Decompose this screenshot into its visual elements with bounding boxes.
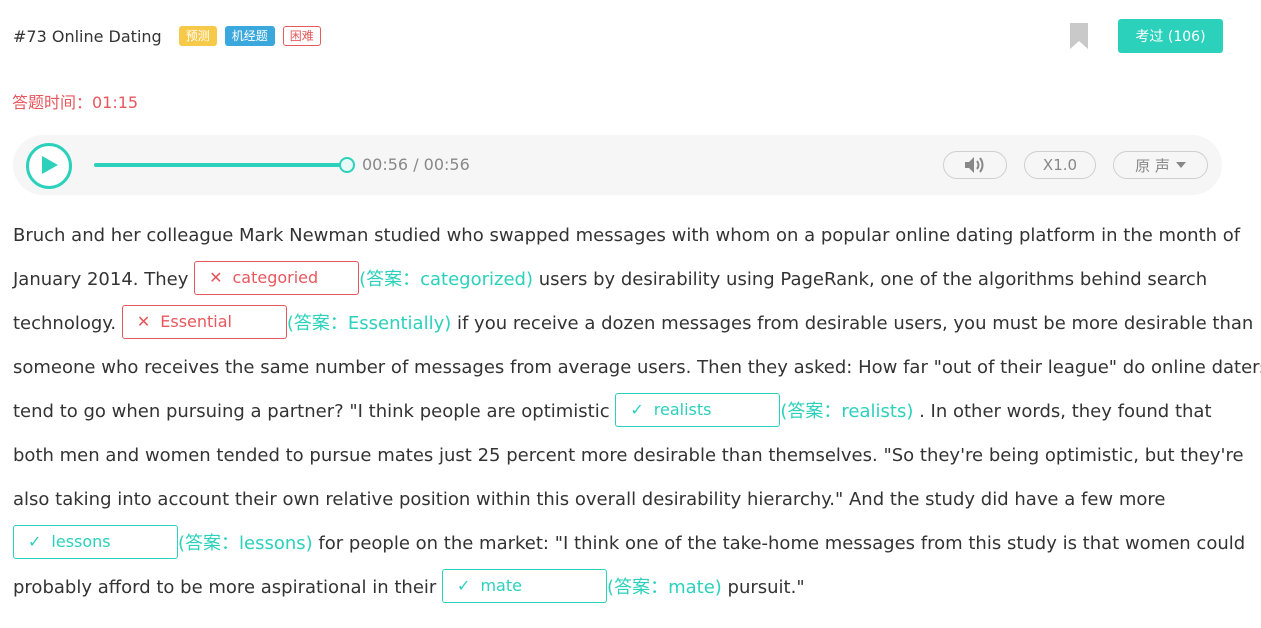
correct-answer: (答案：Essentially) <box>286 313 452 334</box>
cross-icon: ✕ <box>136 312 151 331</box>
correct-answer: (答案：categorized) <box>359 269 533 290</box>
progress-bar[interactable] <box>94 163 347 167</box>
user-answer: Essential <box>160 312 232 331</box>
check-icon: ✓ <box>457 576 471 595</box>
passage-text: January 2014. They <box>13 269 189 290</box>
passage-text: tend to go when pursuing a partner? "I t… <box>13 401 610 422</box>
volume-icon <box>965 157 984 173</box>
answer-blank-4[interactable]: ✓ lessons <box>13 525 178 559</box>
passage-text: probably afford to be more aspirational … <box>13 577 437 598</box>
user-answer: categoried <box>232 268 319 287</box>
caret-down-icon <box>1175 162 1186 168</box>
audio-player: 00:56 / 00:56 X1.0 原 声 <box>13 135 1222 195</box>
speed-button[interactable]: X1.0 <box>1024 151 1096 179</box>
answer-blank-2[interactable]: ✕ Essential <box>121 305 287 339</box>
correct-answer: (答案：realists) <box>780 401 914 422</box>
answer-blank-1[interactable]: ✕ categoried <box>194 261 360 295</box>
answer-timer: 答题时间：01:15 <box>12 93 139 112</box>
check-icon: ✓ <box>630 400 644 419</box>
tag-jingjing: 机经题 <box>224 26 275 46</box>
passage-text: someone who receives the same number of … <box>13 357 1261 378</box>
user-answer: mate <box>480 576 522 595</box>
passage-text: . In other words, they found that <box>919 401 1212 422</box>
header: #73 Online Dating 预测 机经题 困难 <box>13 22 321 50</box>
passage: Bruch and her colleague Mark Newman stud… <box>13 214 1261 610</box>
volume-button[interactable] <box>943 151 1007 179</box>
passage-text: users by desirability using PageRank, on… <box>538 269 1208 290</box>
passage-text: for people on the market: "I think one o… <box>318 533 1246 554</box>
exam-count-button[interactable]: 考过 (106) <box>1118 19 1223 53</box>
user-answer: lessons <box>51 532 111 551</box>
user-answer: realists <box>653 400 712 419</box>
correct-answer: (答案：lessons) <box>178 533 313 554</box>
play-icon[interactable] <box>26 143 72 189</box>
voice-label: 原 声 <box>1135 156 1170 175</box>
correct-answer: (答案：mate) <box>607 577 722 598</box>
tag-predict: 预测 <box>178 26 217 46</box>
passage-text: both men and women tended to pursue mate… <box>13 445 1244 466</box>
tag-difficulty: 困难 <box>282 26 321 46</box>
time-display: 00:56 / 00:56 <box>362 155 470 174</box>
passage-text: pursuit." <box>727 577 805 598</box>
voice-select[interactable]: 原 声 <box>1113 151 1208 179</box>
passage-text: technology. <box>13 313 117 334</box>
bookmark-icon[interactable] <box>1070 23 1088 49</box>
check-icon: ✓ <box>28 532 42 551</box>
passage-text: also taking into account their own relat… <box>13 489 1166 510</box>
answer-blank-3[interactable]: ✓ realists <box>615 393 781 427</box>
passage-text: if you receive a dozen messages from des… <box>456 313 1254 334</box>
progress-handle[interactable] <box>339 157 355 173</box>
cross-icon: ✕ <box>209 268 223 287</box>
passage-text: Bruch and her colleague Mark Newman stud… <box>13 225 1241 246</box>
question-title: #73 Online Dating <box>13 26 162 46</box>
answer-blank-5[interactable]: ✓ mate <box>442 569 608 603</box>
